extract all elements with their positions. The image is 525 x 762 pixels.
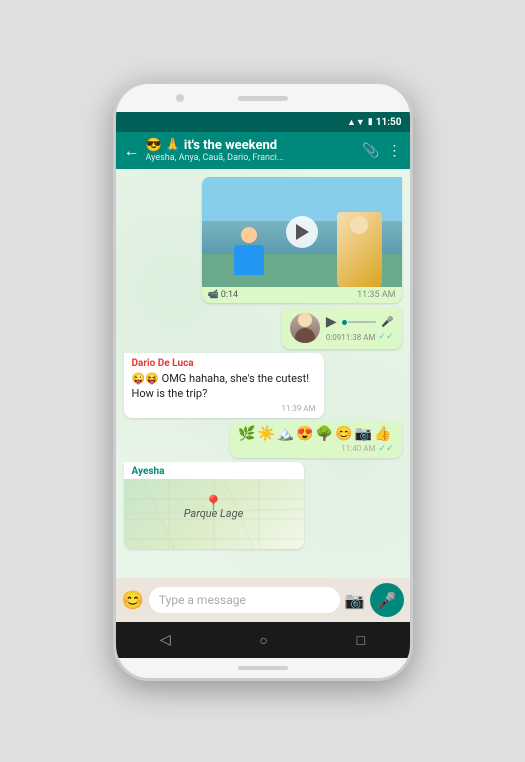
emoji-timestamp: 11:40 AM bbox=[341, 444, 375, 453]
voice-controls: ▶ 🎤 0:09 11:38 AM ✓✓ bbox=[326, 314, 394, 342]
home-nav-icon[interactable]: ○ bbox=[259, 632, 267, 649]
phone-bottom-decoration bbox=[116, 658, 410, 678]
back-button[interactable]: ← bbox=[124, 141, 140, 161]
voice-message[interactable]: ▶ 🎤 0:09 11:38 AM ✓✓ bbox=[282, 307, 402, 349]
voice-read-receipt: ✓✓ bbox=[378, 332, 393, 342]
msg-emoji-wink: 😜😝 bbox=[132, 372, 159, 385]
video-message[interactable]: 📹 0:14 11:35 AM bbox=[202, 177, 402, 303]
emoji-content: 🌿☀️🏔️😍🌳😊📷👍 bbox=[238, 426, 393, 442]
phone-top-decoration bbox=[116, 84, 410, 112]
voice-waveform bbox=[342, 315, 376, 329]
location-sender-name: Ayesha bbox=[124, 462, 304, 479]
camera-button[interactable]: 📷 bbox=[345, 591, 365, 610]
waveform-progress-dot bbox=[342, 320, 347, 325]
attachment-icon[interactable]: 📎 bbox=[362, 143, 379, 159]
voice-time-area: 11:38 AM ✓✓ bbox=[341, 332, 393, 342]
emoji-read-receipt: ✓✓ bbox=[378, 444, 393, 454]
chat-messages: 📹 0:14 11:35 AM ▶ bbox=[116, 169, 410, 578]
power-button bbox=[411, 184, 413, 212]
input-placeholder: Type a message bbox=[159, 593, 246, 607]
chat-title: 😎 🙏 it's the weekend bbox=[146, 138, 357, 153]
back-nav-icon[interactable]: ◁ bbox=[160, 632, 171, 648]
status-icons: ▲▼ ▮ 11:50 bbox=[347, 117, 402, 128]
voice-duration: 0:09 bbox=[326, 333, 341, 342]
header-actions: 📎 ⋮ bbox=[362, 143, 401, 159]
sender-avatar bbox=[290, 313, 320, 343]
message-timestamp: 11:39 AM bbox=[281, 404, 315, 413]
msg-body-text: OMG hahaha, she's the cutest! How is the… bbox=[132, 372, 310, 400]
microphone-icon: 🎤 bbox=[377, 591, 397, 610]
phone-frame: ▲▼ ▮ 11:50 ← 😎 🙏 it's the weekend Ayesha… bbox=[113, 81, 413, 681]
emoji-message-footer: 11:40 AM ✓✓ bbox=[238, 444, 393, 454]
home-indicator bbox=[238, 666, 288, 670]
chat-subtitle: Ayesha, Anya, Cauã, Dario, Franci... bbox=[146, 153, 296, 163]
voice-top: ▶ 🎤 bbox=[326, 314, 394, 330]
earpiece-speaker bbox=[238, 96, 288, 101]
message-input-field[interactable]: Type a message bbox=[149, 587, 340, 613]
voice-timestamp: 11:38 AM bbox=[341, 333, 375, 342]
volume-up-button bbox=[113, 174, 115, 194]
video-meta: 📹 0:14 11:35 AM bbox=[202, 287, 402, 303]
phone-screen: ▲▼ ▮ 11:50 ← 😎 🙏 it's the weekend Ayesha… bbox=[116, 112, 410, 658]
video-duration: 📹 0:14 bbox=[208, 290, 239, 300]
battery-full-icon: ▮ bbox=[368, 117, 373, 127]
received-text-message: Dario De Luca 😜😝 OMG hahaha, she's the c… bbox=[124, 353, 324, 418]
more-options-icon[interactable]: ⋮ bbox=[388, 143, 402, 159]
header-info: 😎 🙏 it's the weekend Ayesha, Anya, Cauã,… bbox=[146, 138, 357, 163]
emoji-sunglasses: 😎 bbox=[146, 138, 162, 153]
message-footer: 11:39 AM bbox=[132, 404, 316, 413]
voice-bottom: 0:09 11:38 AM ✓✓ bbox=[326, 332, 394, 342]
message-sender-name: Dario De Luca bbox=[132, 358, 316, 369]
voice-play-icon[interactable]: ▶ bbox=[326, 314, 337, 330]
video-camera-icon: 📹 bbox=[208, 290, 219, 300]
front-camera bbox=[176, 94, 184, 102]
message-input-area: 😊 Type a message 📷 🎤 bbox=[116, 578, 410, 622]
location-message[interactable]: Ayesha 📍 bbox=[124, 462, 304, 549]
status-time: 11:50 bbox=[376, 117, 402, 128]
video-play-button[interactable] bbox=[286, 216, 318, 248]
mic-wave-icon: 🎤 bbox=[381, 317, 393, 328]
android-nav-bar: ◁ ○ □ bbox=[116, 622, 410, 658]
chat-header: ← 😎 🙏 it's the weekend Ayesha, Anya, Cau… bbox=[116, 132, 410, 169]
recent-apps-icon[interactable]: □ bbox=[357, 632, 365, 649]
waveform-line bbox=[348, 321, 376, 323]
volume-down-button bbox=[113, 202, 115, 222]
video-timestamp: 11:35 AM bbox=[357, 290, 395, 300]
signal-icon: ▲▼ bbox=[347, 117, 365, 128]
chat-title-text: it's the weekend bbox=[184, 138, 277, 153]
status-bar: ▲▼ ▮ 11:50 bbox=[116, 112, 410, 132]
emoji-picker-button[interactable]: 😊 bbox=[122, 590, 144, 611]
video-thumbnail bbox=[202, 177, 402, 287]
message-text: 😜😝 OMG hahaha, she's the cutest! How is … bbox=[132, 371, 316, 402]
send-voice-button[interactable]: 🎤 bbox=[370, 583, 404, 617]
emoji-sent-message: 🌿☀️🏔️😍🌳😊📷👍 11:40 AM ✓✓ bbox=[230, 422, 401, 458]
location-pin-icon: 📍 bbox=[204, 494, 224, 513]
emoji-pray: 🙏 bbox=[165, 138, 181, 153]
location-map: 📍 Parque Lage bbox=[124, 479, 304, 549]
